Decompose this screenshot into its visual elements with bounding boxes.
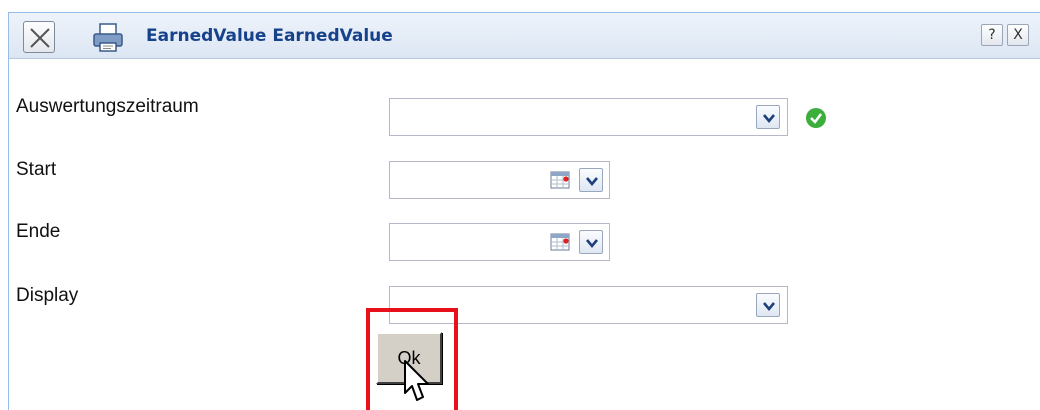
check-circle-icon [806,108,826,128]
mouse-pointer-icon [404,360,429,401]
calendar-icon[interactable] [549,168,573,192]
close-icon[interactable] [23,21,55,53]
auswertungszeitraum-combo[interactable] [389,98,788,136]
field-label-auswertungszeitraum: Auswertungszeitraum [16,96,199,117]
field-label-display: Display [16,285,79,306]
calendar-icon[interactable] [549,230,573,254]
ende-date-input[interactable] [390,224,540,260]
field-label-ende: Ende [16,221,61,242]
ende-date-field[interactable] [389,223,610,261]
chevron-down-icon[interactable] [756,105,780,129]
dialog-title: EarnedValue EarnedValue [146,26,393,46]
earned-value-dialog: EarnedValue EarnedValue ? X [8,12,1040,410]
help-button[interactable]: ? [981,24,1003,46]
chevron-down-icon[interactable] [579,168,603,192]
chevron-down-icon[interactable] [756,293,780,317]
auswertungszeitraum-input[interactable] [390,99,750,135]
field-label-start: Start [16,159,57,180]
close-button[interactable]: X [1007,24,1029,46]
start-date-input[interactable] [390,162,540,198]
chevron-down-icon[interactable] [579,230,603,254]
dialog-header: EarnedValue EarnedValue ? X [9,13,1040,59]
printer-icon[interactable] [91,21,127,53]
start-date-field[interactable] [389,161,610,199]
